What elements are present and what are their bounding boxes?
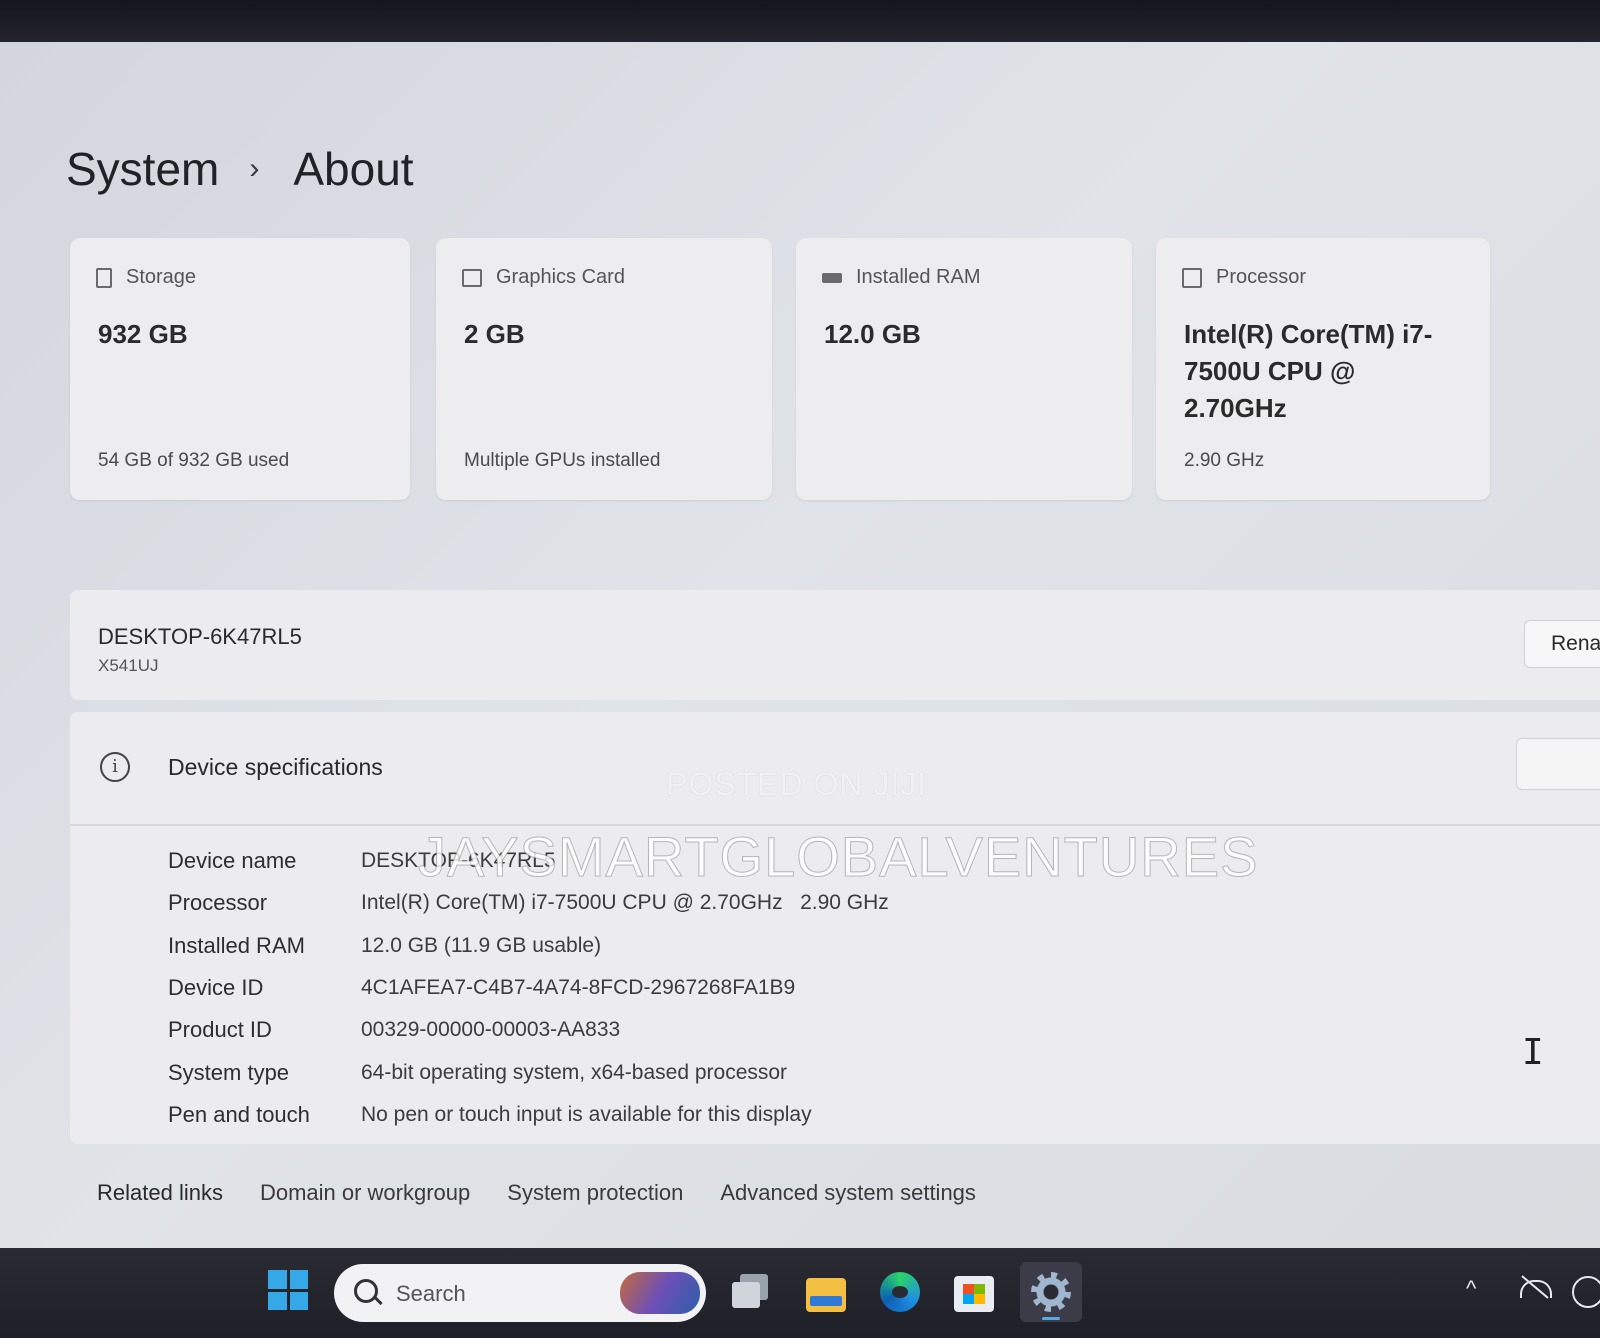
- card-label: Installed RAM: [856, 266, 981, 288]
- processor-icon: [1182, 267, 1202, 288]
- rename-button[interactable]: Rena: [1524, 620, 1600, 668]
- spec-value: 12.0 GB (11.9 GB usable): [361, 933, 602, 957]
- spec-value: 00329-00000-00003-AA833: [361, 1018, 621, 1042]
- globe-icon[interactable]: [1572, 1276, 1600, 1308]
- text-cursor-icon: I: [1522, 1032, 1544, 1073]
- card-value: Intel(R) Core(TM) i7-7500U CPU @ 2.70GHz: [1184, 319, 1433, 423]
- card-label: Storage: [126, 266, 197, 288]
- graphics-card-card[interactable]: Graphics Card 2 GB Multiple GPUs install…: [436, 238, 772, 500]
- search-box[interactable]: Search: [334, 1264, 706, 1322]
- device-name: DESKTOP-6K47RL5: [98, 624, 302, 649]
- card-header: Graphics Card: [462, 266, 625, 289]
- spec-row: Installed RAM 12.0 GB (11.9 GB usable): [168, 925, 889, 967]
- related-links: Related links Domain or workgroup System…: [97, 1180, 1013, 1206]
- task-view-icon[interactable]: [732, 1272, 772, 1312]
- spec-key: Device name: [168, 848, 297, 874]
- storage-icon: [96, 267, 112, 288]
- breadcrumb-parent[interactable]: System: [66, 142, 219, 196]
- store-icon[interactable]: [954, 1276, 994, 1312]
- watermark-line1: POSTED ON JIJI: [666, 766, 928, 802]
- spec-key: System type: [168, 1059, 290, 1085]
- card-header: Storage: [96, 266, 196, 289]
- spec-key: Installed RAM: [168, 932, 305, 958]
- settings-window: System › About Storage 932 GB 54 GB of 9…: [0, 42, 1600, 1280]
- card-subtext: 54 GB of 932 GB used: [98, 450, 290, 471]
- related-links-label: Related links: [97, 1180, 223, 1205]
- link-system-protection[interactable]: System protection: [507, 1180, 683, 1206]
- spec-key: Pen and touch: [168, 1101, 310, 1127]
- card-subtext: Multiple GPUs installed: [464, 450, 661, 471]
- spec-row: System type 64-bit operating system, x64…: [168, 1051, 889, 1093]
- breadcrumb-current: About: [293, 143, 414, 195]
- settings-taskbar-button[interactable]: [1020, 1262, 1082, 1322]
- installed-ram-card[interactable]: Installed RAM 12.0 GB: [796, 238, 1132, 500]
- spec-row: Pen and touch No pen or touch input is a…: [168, 1094, 889, 1136]
- card-label: Graphics Card: [496, 266, 625, 288]
- card-header: Installed RAM: [822, 266, 981, 289]
- spec-value: No pen or touch input is available for t…: [361, 1102, 812, 1126]
- graphics-card-icon: [462, 268, 482, 287]
- search-placeholder: Search: [396, 1281, 466, 1306]
- breadcrumb-separator: ›: [249, 152, 260, 185]
- search-icon: [354, 1279, 378, 1303]
- spec-row: Product ID 00329-00000-00003-AA833: [168, 1009, 889, 1051]
- card-value: 932 GB: [98, 319, 188, 349]
- storage-card[interactable]: Storage 932 GB 54 GB of 932 GB used: [70, 238, 410, 500]
- edge-icon[interactable]: [880, 1272, 920, 1312]
- spec-key: Processor: [168, 890, 268, 916]
- start-icon[interactable]: [268, 1270, 308, 1310]
- card-header: Processor: [1182, 266, 1306, 289]
- spec-value: 4C1AFEA7-C4B7-4A74-8FCD-2967268FA1B9: [361, 976, 796, 1000]
- card-label: Processor: [1216, 266, 1307, 288]
- spec-key: Device ID: [168, 975, 264, 1001]
- network-off-icon[interactable]: [1520, 1276, 1552, 1300]
- spec-key: Product ID: [168, 1017, 272, 1043]
- search-highlight-icon[interactable]: [620, 1272, 700, 1314]
- info-icon: i: [100, 752, 130, 782]
- device-model: X541UJ: [98, 656, 159, 675]
- ram-icon: [822, 272, 842, 283]
- file-explorer-icon[interactable]: [806, 1278, 846, 1312]
- spec-value: Intel(R) Core(TM) i7-7500U CPU @ 2.70GHz…: [361, 891, 889, 915]
- link-advanced-system-settings[interactable]: Advanced system settings: [720, 1180, 976, 1206]
- copy-button[interactable]: [1516, 738, 1600, 790]
- settings-icon: [1031, 1272, 1071, 1312]
- processor-card[interactable]: Processor Intel(R) Core(TM) i7-7500U CPU…: [1156, 238, 1490, 500]
- breadcrumb: System › About: [66, 142, 414, 196]
- spec-value: 64-bit operating system, x64-based proce…: [361, 1060, 788, 1084]
- section-title: Device specifications: [168, 754, 383, 780]
- card-subtext: 2.90 GHz: [1184, 450, 1265, 471]
- taskbar: Search ^: [0, 1248, 1600, 1338]
- device-name-panel: DESKTOP-6K47RL5 X541UJ Rena: [70, 590, 1600, 700]
- card-value: 2 GB: [464, 319, 525, 349]
- spec-row: Device ID 4C1AFEA7-C4B7-4A74-8FCD-296726…: [168, 967, 889, 1009]
- tray-chevron-icon[interactable]: ^: [1466, 1276, 1476, 1302]
- link-domain-or-workgroup[interactable]: Domain or workgroup: [260, 1180, 470, 1206]
- card-value: 12.0 GB: [824, 319, 921, 349]
- screen-bezel: [0, 0, 1600, 42]
- watermark-line2: JAYSMARTGLOBALVENTURES: [417, 825, 1259, 889]
